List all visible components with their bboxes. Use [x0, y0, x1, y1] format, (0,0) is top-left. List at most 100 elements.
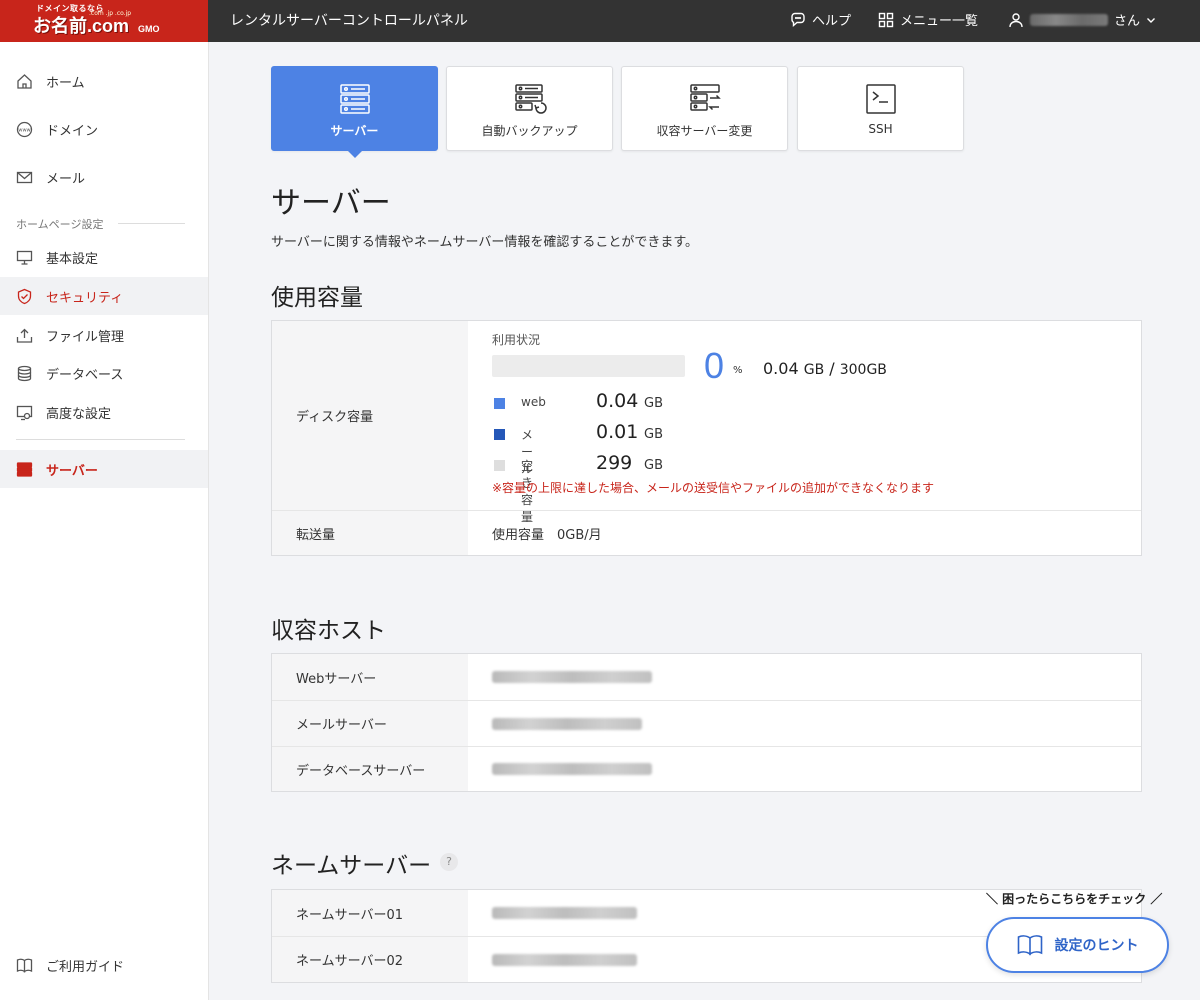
- hint-caption: ＼ 困ったらこちらをチェック ／: [986, 892, 1163, 906]
- terminal-icon: [866, 84, 896, 114]
- sidebar-item-label: ご利用ガイド: [46, 959, 125, 975]
- www-icon: www: [16, 121, 33, 137]
- host-value: [492, 747, 652, 791]
- sidebar-item-domain[interactable]: www ドメイン: [0, 110, 208, 148]
- server-icon: [340, 84, 370, 114]
- legend-name: web: [521, 395, 546, 409]
- home-icon: [17, 73, 32, 89]
- monitor-icon: [16, 250, 33, 265]
- user-icon: [1009, 12, 1023, 27]
- legend-unit: GB: [644, 427, 663, 442]
- nameserver-value: [492, 937, 637, 982]
- nameserver-label: ネームサーバー01: [272, 890, 468, 936]
- help-question-icon[interactable]: ?: [440, 853, 458, 871]
- settings-monitor-icon: [16, 405, 33, 420]
- grid-icon: [878, 12, 894, 27]
- sidebar-item-label: メール: [46, 171, 86, 187]
- section-divider: [118, 223, 185, 224]
- book-icon: [16, 958, 33, 973]
- server-switch-icon: [690, 84, 721, 111]
- top-header: ドメイン取るなら .com .jp .co.jp お名前.com GMO レンタ…: [0, 0, 1200, 42]
- sidebar-item-label: ホーム: [46, 75, 85, 91]
- usage-percent: 0: [704, 345, 725, 386]
- onamae-logo[interactable]: ドメイン取るなら .com .jp .co.jp お名前.com GMO: [0, 0, 208, 42]
- table-row: メールサーバー: [272, 700, 1141, 746]
- transfer-row: 転送量 使用容量 0GB/月: [272, 510, 1141, 555]
- logo-brand: お名前.com: [33, 16, 130, 36]
- sidebar-item-guide[interactable]: ご利用ガイド: [0, 946, 208, 984]
- tab-auto-backup[interactable]: 自動バックアップ: [446, 66, 613, 151]
- capacity-warning: ※容量の上限に達した場合、メールの送受信やファイルの追加ができなくなります: [492, 481, 935, 495]
- sidebar-item-server[interactable]: サーバー: [0, 450, 208, 488]
- host-label: Webサーバー: [272, 654, 468, 700]
- tab-label: サーバー: [330, 124, 379, 138]
- sidebar-item-file-manager[interactable]: ファイル管理: [0, 316, 208, 354]
- legend-unit: GB: [644, 396, 663, 411]
- transfer-value: 使用容量 0GB/月: [492, 527, 602, 543]
- usage-progress-bar: [492, 355, 685, 377]
- disk-row: ディスク容量 利用状況 0 % 0.04 GB / 300GB web 0.04…: [272, 321, 1141, 524]
- backup-icon: [515, 84, 547, 114]
- nameserver-section-title: ネームサーバー: [271, 853, 432, 879]
- legend-value: 299: [596, 452, 633, 474]
- upload-icon: [16, 328, 33, 343]
- blurred-nameserver: [492, 953, 637, 966]
- shield-icon: [17, 288, 32, 304]
- logo-gmo: GMO: [138, 24, 160, 34]
- sidebar-item-label: データベース: [46, 367, 124, 383]
- sidebar-item-database[interactable]: データベース: [0, 354, 208, 392]
- sidebar-item-label: サーバー: [46, 463, 98, 479]
- sidebar-item-home[interactable]: ホーム: [0, 62, 208, 100]
- server-icon: [16, 461, 33, 477]
- legend-swatch: [494, 398, 505, 409]
- host-label: メールサーバー: [272, 701, 468, 746]
- sidebar-item-security[interactable]: セキュリティ: [0, 277, 208, 315]
- menu-label: メニュー一覧: [900, 14, 979, 29]
- usage-section-title: 使用容量: [271, 285, 363, 311]
- usage-status-label: 利用状況: [492, 333, 541, 347]
- blurred-hostname: [492, 763, 652, 775]
- blurred-nameserver: [492, 907, 637, 919]
- database-icon: [17, 365, 32, 381]
- host-value: [492, 654, 652, 700]
- disk-label: ディスク容量: [272, 321, 468, 510]
- help-link[interactable]: ヘルプ: [790, 10, 851, 29]
- usage-total: 0.04 GB / 300GB: [763, 359, 887, 378]
- app-title: レンタルサーバーコントロールパネル: [230, 13, 468, 29]
- menu-list-link[interactable]: メニュー一覧: [878, 10, 978, 29]
- tab-label: SSH: [868, 122, 893, 136]
- tab-server[interactable]: サーバー: [271, 66, 438, 158]
- page-description: サーバーに関する情報やネームサーバー情報を確認することができます。: [271, 235, 699, 250]
- page-title: サーバー: [271, 186, 391, 221]
- svg-text:www: www: [18, 127, 30, 133]
- sidebar-item-label: ファイル管理: [46, 329, 125, 345]
- username-blurred: [1030, 13, 1108, 26]
- open-book-icon: [1017, 935, 1042, 956]
- tab-label: 収容サーバー変更: [656, 124, 753, 138]
- legend-swatch: [494, 460, 505, 471]
- blurred-hostname: [492, 671, 652, 683]
- mail-icon: [16, 171, 33, 183]
- tab-server-change[interactable]: 収容サーバー変更: [621, 66, 788, 151]
- tab-ssh[interactable]: SSH: [797, 66, 964, 151]
- tab-label: 自動バックアップ: [481, 124, 578, 138]
- user-menu[interactable]: さん: [1008, 10, 1156, 29]
- sidebar-item-basic-settings[interactable]: 基本設定: [0, 238, 208, 276]
- hint-button-label: 設定のヒント: [1054, 938, 1139, 954]
- sidebar-item-label: ドメイン: [46, 123, 99, 139]
- chevron-down-icon: [1147, 17, 1156, 23]
- settings-hint-button[interactable]: 設定のヒント: [986, 917, 1169, 973]
- user-suffix: さん: [1114, 14, 1141, 29]
- sidebar-item-mail[interactable]: メール: [0, 158, 208, 196]
- usage-panel: ディスク容量 利用状況 0 % 0.04 GB / 300GB web 0.04…: [271, 320, 1142, 556]
- host-label: データベースサーバー: [272, 747, 468, 791]
- sidebar-item-label: セキュリティ: [46, 290, 124, 306]
- host-value: [492, 701, 642, 746]
- usage-used-value: 0.04: [763, 359, 799, 378]
- sidebar-item-advanced-settings[interactable]: 高度な設定: [0, 393, 208, 431]
- sidebar: ホーム www ドメイン メール ホームページ設定 基本設定 セキュリティ ファ…: [0, 42, 209, 1000]
- usage-total-value: 300GB: [839, 362, 887, 378]
- legend-value: 0.04: [596, 390, 639, 412]
- sidebar-item-label: 高度な設定: [46, 406, 112, 422]
- section-label-homepage: ホームページ設定: [16, 218, 104, 231]
